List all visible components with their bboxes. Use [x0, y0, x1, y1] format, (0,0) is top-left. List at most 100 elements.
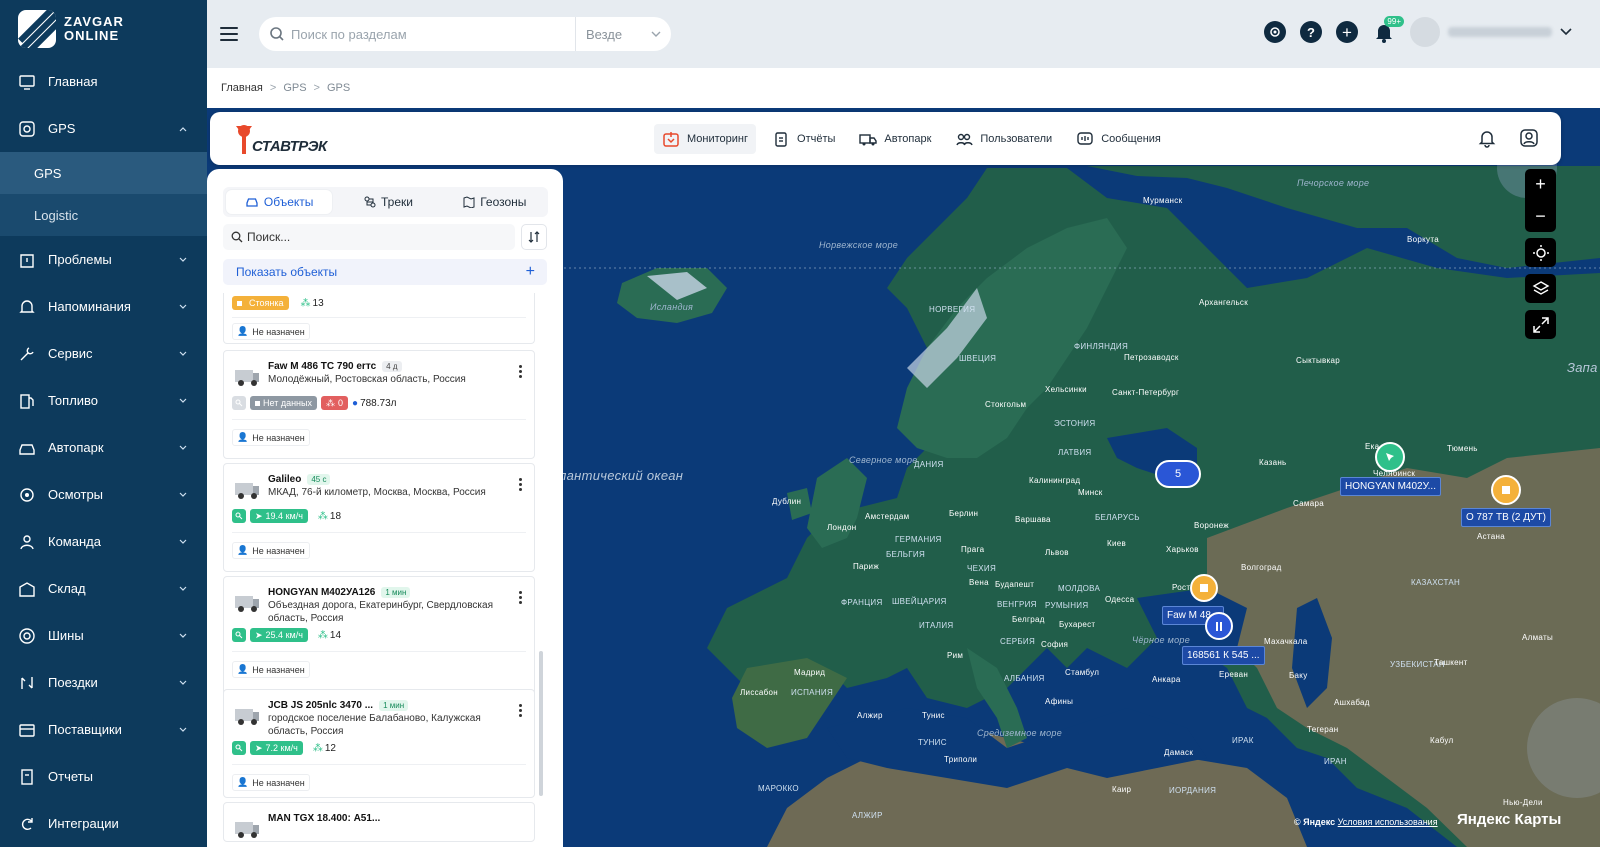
tab-users[interactable]: Пользователи: [947, 124, 1060, 154]
sidebar-item-gps[interactable]: GPS: [0, 105, 207, 152]
list-item[interactable]: JCB JS 205nlc 3470 ... 1 мин городское пос…: [223, 689, 535, 798]
list-item[interactable]: Faw M 486 TC 790 еrтс 4 д Молодёжный, Рост…: [223, 350, 535, 459]
more-options-icon[interactable]: [514, 363, 526, 379]
arrow-icon: ➤: [255, 510, 263, 521]
scrollbar-thumb[interactable]: [539, 651, 543, 796]
zoom-in-button[interactable]: +: [1535, 174, 1546, 195]
profile-icon[interactable]: [1519, 128, 1539, 148]
sort-button[interactable]: [521, 224, 547, 250]
sidebar-item-problem[interactable]: Проблемы: [0, 236, 207, 283]
add-button[interactable]: +: [1336, 21, 1358, 43]
sidebar-item-label: Топливо: [48, 393, 99, 408]
gps-tracking-frame: Печорское море Норвежское море Исландия лан…: [207, 108, 1600, 847]
list-item[interactable]: HONGYAN M402УА126 1 мин Объездная дорога, …: [223, 576, 535, 697]
more-options-icon[interactable]: [514, 476, 526, 492]
monitor-icon: [18, 73, 36, 91]
tab-clipboard[interactable]: Отчёты: [764, 124, 843, 154]
vehicle-label[interactable]: HONGYAN M402У...: [1340, 477, 1441, 496]
list-item[interactable]: Galileo 45 с МКАД, 76-й километр, Москва, …: [223, 463, 535, 572]
sidebar-item-inspection[interactable]: Осмотры: [0, 471, 207, 518]
stavtrek-logo-icon: [236, 125, 252, 154]
zoom-out-button[interactable]: −: [1535, 206, 1546, 227]
sidebar-item-bell[interactable]: Напоминания: [0, 283, 207, 330]
help-button[interactable]: ?: [1300, 21, 1322, 43]
object-search-input[interactable]: [247, 230, 507, 244]
tab-monitoring[interactable]: Мониторинг: [654, 123, 757, 154]
vehicle-cluster[interactable]: 5: [1155, 460, 1201, 488]
sidebar-item-trips[interactable]: Поездки: [0, 659, 207, 706]
driver-assignment[interactable]: 👤 Не назначен: [232, 542, 310, 559]
list-item[interactable]: Стоянка ⁂ 13 👤 Не назначен: [223, 293, 535, 344]
terms-link[interactable]: Условия использования: [1338, 817, 1438, 827]
sort-icon: [528, 231, 540, 243]
more-options-icon[interactable]: [514, 702, 526, 718]
section-search-input[interactable]: [285, 19, 575, 49]
sidebar-item-label: Сервис: [48, 346, 93, 361]
menu-toggle-button[interactable]: [220, 27, 238, 41]
user-name-blurred: [1448, 27, 1552, 37]
vehicle-label[interactable]: О 787 ТВ (2 ДУТ): [1461, 508, 1551, 527]
sidebar-subitem-logistic[interactable]: Logistic: [0, 194, 207, 236]
wrench-icon: [18, 345, 36, 363]
arrow-icon: ➤: [255, 742, 263, 753]
search-scope-select[interactable]: Везде: [575, 17, 671, 51]
question-icon: ?: [1307, 24, 1315, 40]
notifications-button[interactable]: 99+: [1372, 16, 1404, 44]
sidebar-item-reports[interactable]: Отчеты: [0, 753, 207, 800]
parking-square-icon: [237, 300, 242, 306]
list-scrollbar[interactable]: [539, 293, 543, 823]
users-icon: [956, 133, 974, 145]
driver-assignment[interactable]: 👤 Не назначен: [232, 774, 310, 791]
speed-badge: ➤ 7.2 км/ч: [250, 741, 303, 755]
vehicle-marker-faw[interactable]: [1190, 574, 1218, 602]
sidebar-item-wrench[interactable]: Сервис: [0, 330, 207, 377]
list-item[interactable]: MAN TGX 18.400: А51...: [223, 802, 535, 842]
fuel-drop-icon: ●: [352, 397, 359, 409]
tab-message[interactable]: Сообщения: [1068, 124, 1169, 154]
tab-tracks[interactable]: Треки: [335, 187, 441, 217]
status-badge: Нет данных: [250, 396, 317, 410]
brand-logo[interactable]: ZAVGAR ONLINE: [0, 0, 207, 58]
driver-assignment[interactable]: 👤 Не назначен: [232, 429, 310, 446]
top-header: Везде ? + 99+: [207, 0, 1600, 68]
last-update-badge: 45 с: [307, 474, 331, 485]
sidebar-item-fuel[interactable]: Топливо: [0, 377, 207, 424]
sidebar-nav: Главная GPS GPS Logistic Проблемы Напоминания…: [0, 58, 207, 847]
layers-button[interactable]: [1525, 274, 1556, 303]
vehicle-marker-hongyan[interactable]: [1375, 442, 1405, 472]
tab-geozones[interactable]: Геозоны: [442, 187, 548, 217]
sidebar-subitem-gps[interactable]: GPS: [0, 152, 207, 194]
sidebar-item-supplier[interactable]: Поставщики: [0, 706, 207, 753]
breadcrumb-gps-section[interactable]: GPS: [283, 82, 306, 94]
brightness-button[interactable]: [1525, 238, 1556, 267]
location-pin-button[interactable]: [1264, 21, 1286, 43]
vehicle-marker-168561[interactable]: [1205, 612, 1233, 640]
driver-assignment[interactable]: 👤 Не назначен: [232, 323, 310, 340]
vehicle-marker-o787tb[interactable]: [1491, 475, 1521, 505]
breadcrumb-gps-page[interactable]: GPS: [327, 82, 350, 94]
tab-objects[interactable]: Объекты: [226, 190, 333, 214]
stavtrek-logo-text: СТАВТРЭК: [252, 138, 327, 155]
fullscreen-button[interactable]: [1525, 310, 1556, 339]
stavtrek-nav: Мониторинг Отчёты Автопарк Пользователи Сооб…: [654, 112, 1169, 165]
user-menu[interactable]: [1410, 17, 1572, 47]
breadcrumb-home[interactable]: Главная: [221, 82, 263, 94]
stavtrek-logo[interactable]: СТАВТРЭК: [234, 124, 344, 158]
more-options-icon[interactable]: [514, 589, 526, 605]
sidebar-item-monitor[interactable]: Главная: [0, 58, 207, 105]
vehicle-label[interactable]: 168561 К 545 ...: [1182, 646, 1265, 665]
tab-truck[interactable]: Автопарк: [851, 124, 939, 154]
notification-bell-icon[interactable]: [1477, 128, 1497, 148]
search-icon: [231, 231, 243, 243]
sidebar-item-team[interactable]: Команда: [0, 518, 207, 565]
sidebar-item-car[interactable]: Автопарк: [0, 424, 207, 471]
brand-line1: ZAVGAR: [64, 14, 124, 29]
chevron-down-icon: [179, 351, 187, 356]
alert-badge: ⁂ 0: [321, 396, 349, 410]
show-objects-button[interactable]: Показать объекты +: [223, 259, 547, 285]
driver-assignment[interactable]: 👤 Не назначен: [232, 661, 310, 678]
sidebar-item-warehouse[interactable]: Склад: [0, 565, 207, 612]
sidebar-item-tire[interactable]: Шины: [0, 612, 207, 659]
sidebar-item-integration[interactable]: Интеграции: [0, 800, 207, 847]
speed-badge: ➤ 25.4 км/ч: [250, 628, 308, 642]
